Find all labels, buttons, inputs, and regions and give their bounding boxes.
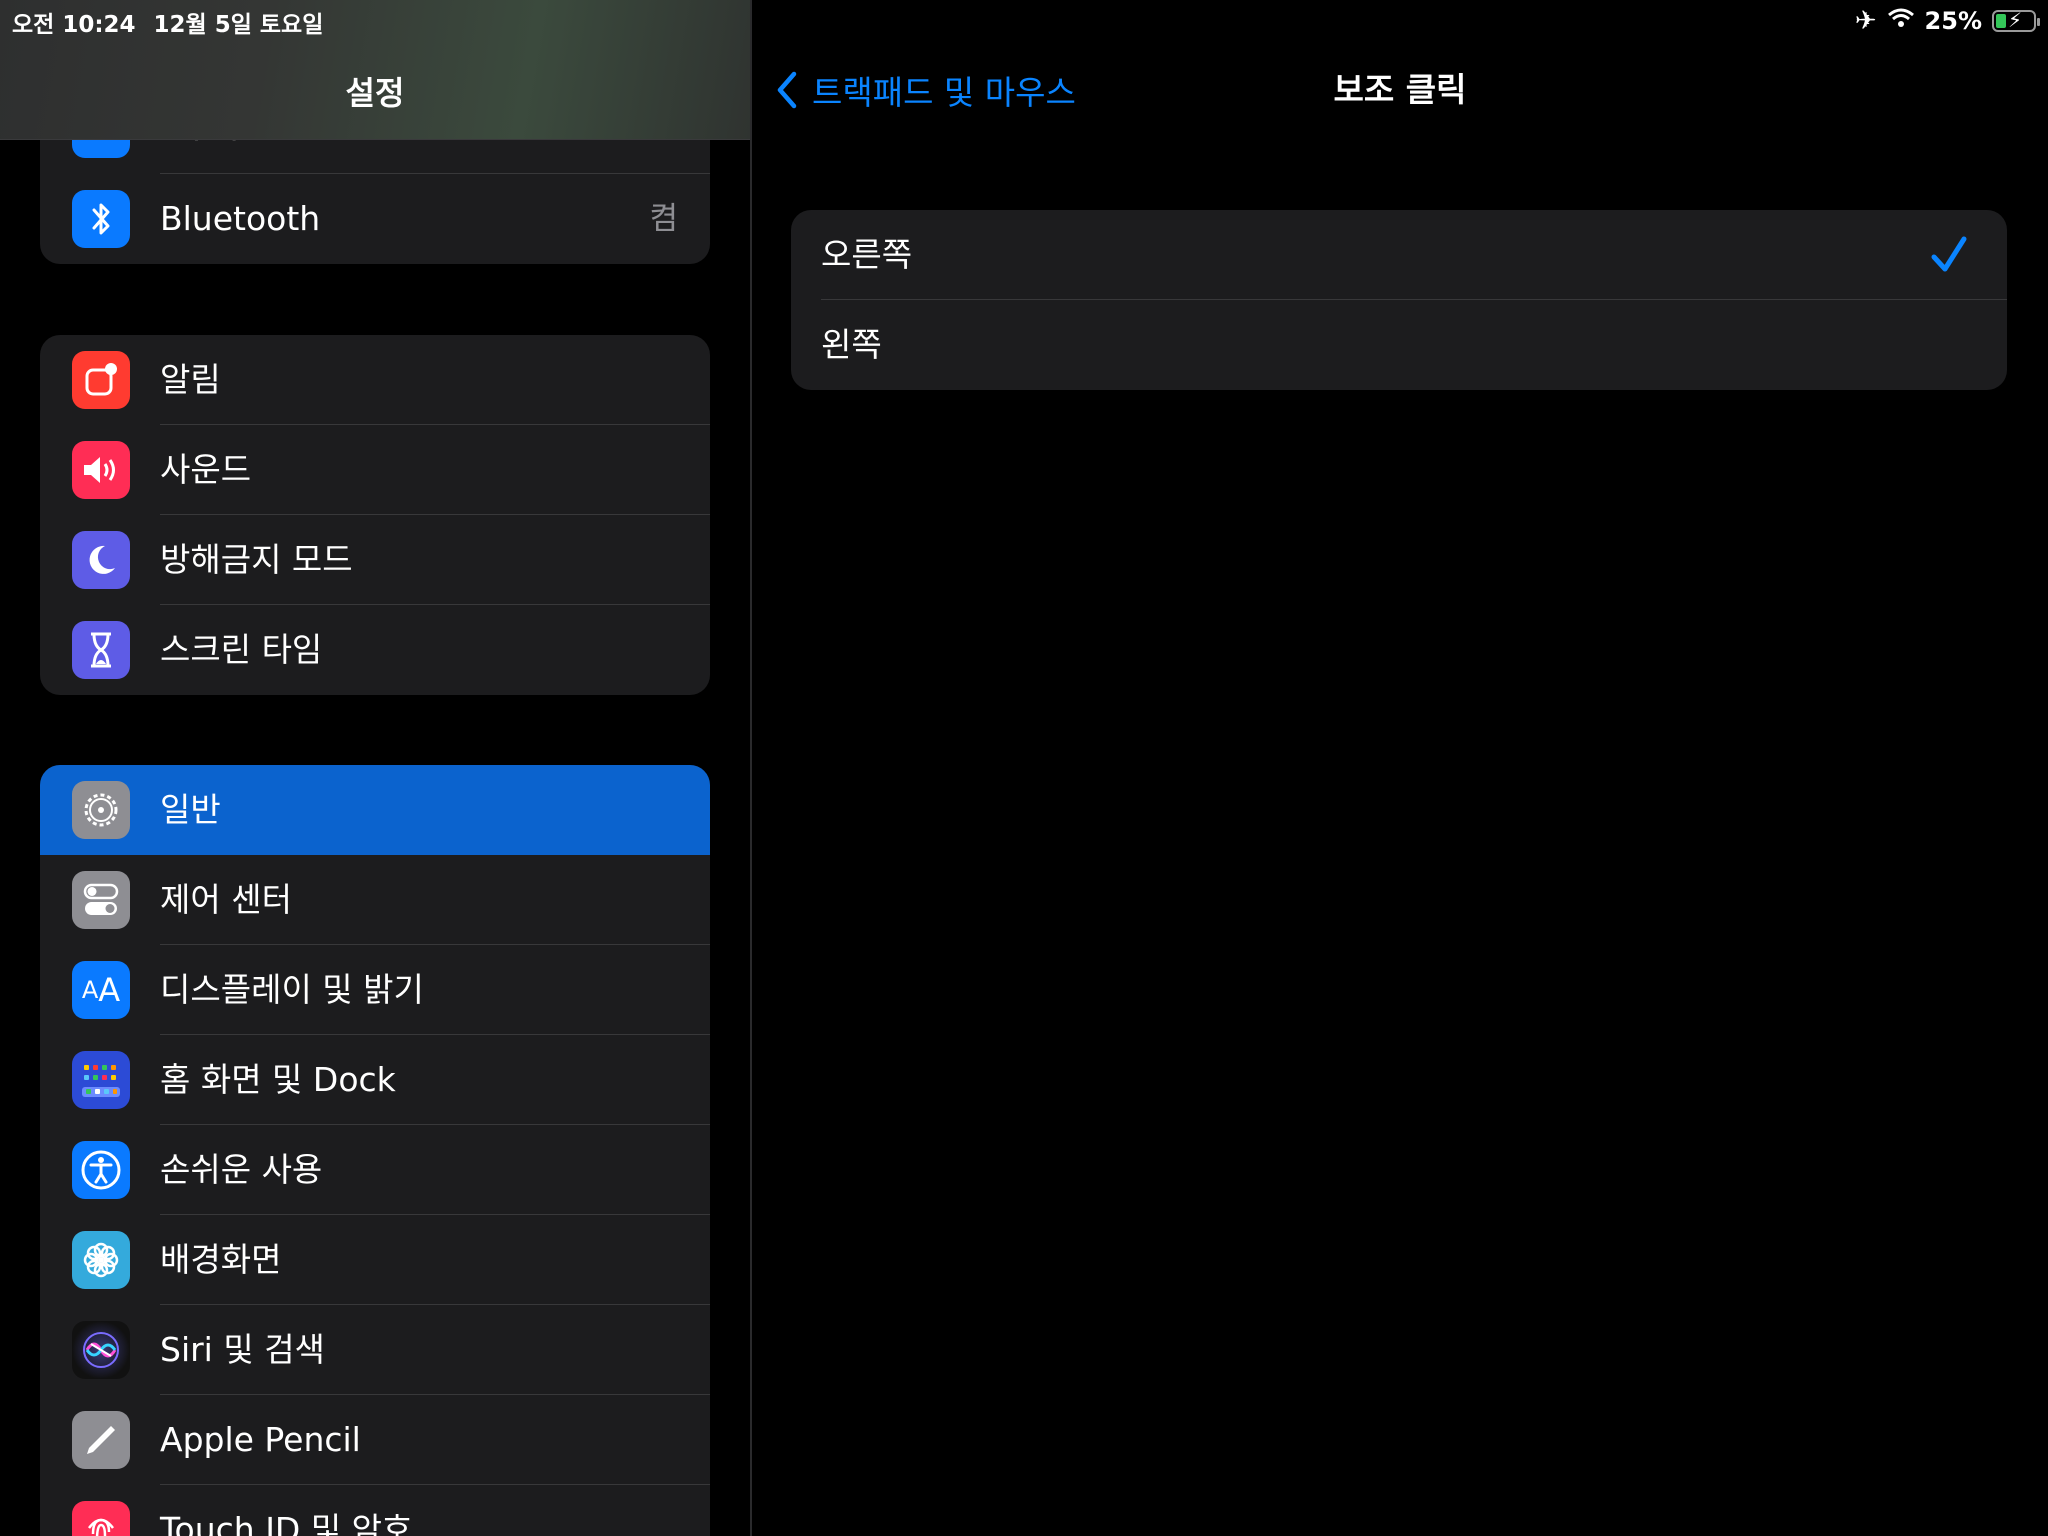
moon-icon — [72, 531, 130, 589]
option-right[interactable]: 오른쪽 — [791, 210, 2007, 300]
sidebar-header: 오전 10:24 12월 5일 토요일 설정 — [0, 0, 750, 140]
bluetooth-icon — [72, 190, 130, 248]
sidebar-item-label: 스크린 타임 — [160, 630, 323, 669]
option-label: 왼쪽 — [821, 325, 882, 364]
sidebar-item-touch-id[interactable]: Touch ID 및 암호 — [40, 1485, 710, 1536]
checkmark-icon — [1931, 236, 1967, 272]
sidebar-item-label: 배경화면 — [160, 1240, 282, 1279]
page-title: 보조 클릭 — [1333, 70, 1467, 109]
sidebar-item-control-center[interactable]: 제어 센터 — [40, 855, 710, 945]
sidebar-item-label: 홈 화면 및 Dock — [160, 1060, 396, 1099]
sidebar-item-display-brightness[interactable]: AA 디스플레이 및 밝기 — [40, 945, 710, 1035]
sidebar-item-notifications[interactable]: 알림 — [40, 335, 710, 425]
sidebar-item-label: Apple Pencil — [160, 1420, 361, 1459]
option-label: 오른쪽 — [821, 235, 913, 274]
hourglass-icon — [72, 621, 130, 679]
status-date: 12월 5일 토요일 — [153, 12, 324, 38]
sidebar-item-home-screen-dock[interactable]: 홈 화면 및 Dock — [40, 1035, 710, 1125]
sidebar-item-accessibility[interactable]: 손쉬운 사용 — [40, 1125, 710, 1215]
sidebar-item-label: Bluetooth — [160, 199, 321, 238]
secondary-click-options: 오른쪽 왼쪽 — [791, 210, 2007, 390]
gear-icon — [72, 781, 130, 839]
back-button-label: 트랙패드 및 마우스 — [812, 73, 1076, 112]
battery-icon: ⚡ — [1992, 8, 2040, 32]
sidebar-item-label: 알림 — [160, 360, 221, 399]
status-indicators: ✈ 25% ⚡ — [1854, 4, 2040, 38]
sidebar-item-label: 디스플레이 및 밝기 — [160, 970, 424, 1009]
sidebar-item-label: 일반 — [160, 790, 221, 829]
sidebar-title: 설정 — [345, 74, 405, 112]
sidebar-item-value: 켬 — [649, 201, 678, 237]
sidebar-item-label: 방해금지 모드 — [160, 540, 353, 579]
accessibility-icon — [72, 1141, 130, 1199]
wifi-status-icon — [1887, 7, 1915, 35]
status-time-text: 오전 10:24 — [12, 12, 136, 38]
settings-group-general: 일반 제어 센터 AA 디스플레이 및 밝기 홈 화면 및 Dock 손쉬운 사… — [40, 765, 710, 1536]
sidebar-item-apple-pencil[interactable]: Apple Pencil — [40, 1395, 710, 1485]
flower-icon — [72, 1231, 130, 1289]
split-divider — [750, 0, 752, 1536]
pencil-icon — [72, 1411, 130, 1469]
sidebar-item-screen-time[interactable]: 스크린 타임 — [40, 605, 710, 695]
sidebar-item-wallpaper[interactable]: 배경화면 — [40, 1215, 710, 1305]
fingerprint-icon — [72, 1501, 130, 1536]
sidebar-item-bluetooth[interactable]: Bluetooth 켬 — [40, 174, 710, 264]
text-size-icon: AA — [72, 961, 130, 1019]
settings-group-notifications: 알림 사운드 방해금지 모드 스크린 타임 — [40, 335, 710, 695]
back-button[interactable]: 트랙패드 및 마우스 — [770, 60, 1076, 120]
sidebar-item-label: 손쉬운 사용 — [160, 1150, 323, 1189]
option-left[interactable]: 왼쪽 — [791, 300, 2007, 390]
speaker-icon — [72, 441, 130, 499]
sidebar-item-label: Siri 및 검색 — [160, 1330, 325, 1369]
sidebar-item-do-not-disturb[interactable]: 방해금지 모드 — [40, 515, 710, 605]
airplane-icon: ✈ — [1854, 6, 1877, 36]
notifications-icon — [72, 351, 130, 409]
sidebar-item-siri-search[interactable]: Siri 및 검색 — [40, 1305, 710, 1395]
sidebar-item-label: Touch ID 및 암호 — [160, 1510, 413, 1536]
chevron-left-icon — [770, 68, 804, 112]
siri-icon — [72, 1321, 130, 1379]
screen: 오전 10:2412월 5일 토요일 설정 Wi-Fi KT GiGA WiFi… — [0, 0, 2048, 1536]
sidebar-item-label: 사운드 — [160, 450, 252, 489]
sidebar-item-sounds[interactable]: 사운드 — [40, 425, 710, 515]
home-grid-icon — [72, 1051, 130, 1109]
sidebar-item-general[interactable]: 일반 — [40, 765, 710, 855]
sidebar: 오전 10:2412월 5일 토요일 설정 Wi-Fi KT GiGA WiFi… — [0, 0, 750, 1536]
status-time: 오전 10:24 12월 5일 토요일 — [12, 5, 323, 39]
toggles-icon — [72, 871, 130, 929]
battery-percent: 25% — [1924, 7, 1982, 35]
sidebar-item-label: 제어 센터 — [160, 880, 292, 919]
